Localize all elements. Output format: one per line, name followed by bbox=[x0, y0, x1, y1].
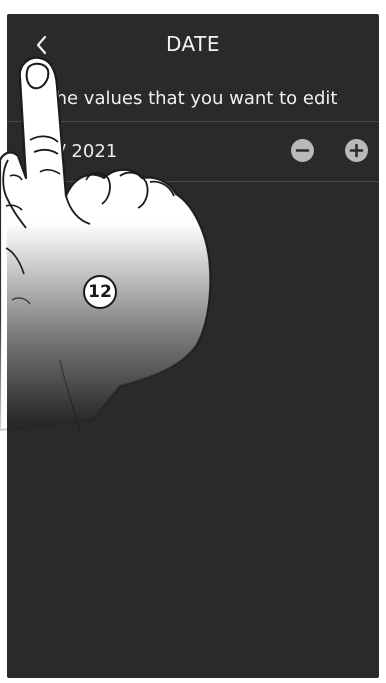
date-row: 03 / 2021 bbox=[7, 122, 379, 182]
increment-button[interactable] bbox=[345, 139, 368, 162]
divider-bottom bbox=[7, 181, 379, 182]
minus-icon bbox=[295, 149, 310, 152]
decrement-button[interactable] bbox=[291, 139, 314, 162]
page-title: DATE bbox=[165, 32, 221, 56]
date-value: 03 / 2021 bbox=[31, 141, 118, 162]
instruction-text: the values that you want to edit bbox=[48, 88, 338, 109]
step-badge: 12 bbox=[83, 275, 117, 309]
device-frame: DATE the values that you want to edit 03… bbox=[0, 0, 386, 683]
header-bar: DATE bbox=[7, 14, 379, 76]
plus-icon bbox=[349, 143, 364, 158]
step-number: 12 bbox=[88, 282, 112, 302]
app-screen: DATE the values that you want to edit 03… bbox=[7, 14, 379, 678]
